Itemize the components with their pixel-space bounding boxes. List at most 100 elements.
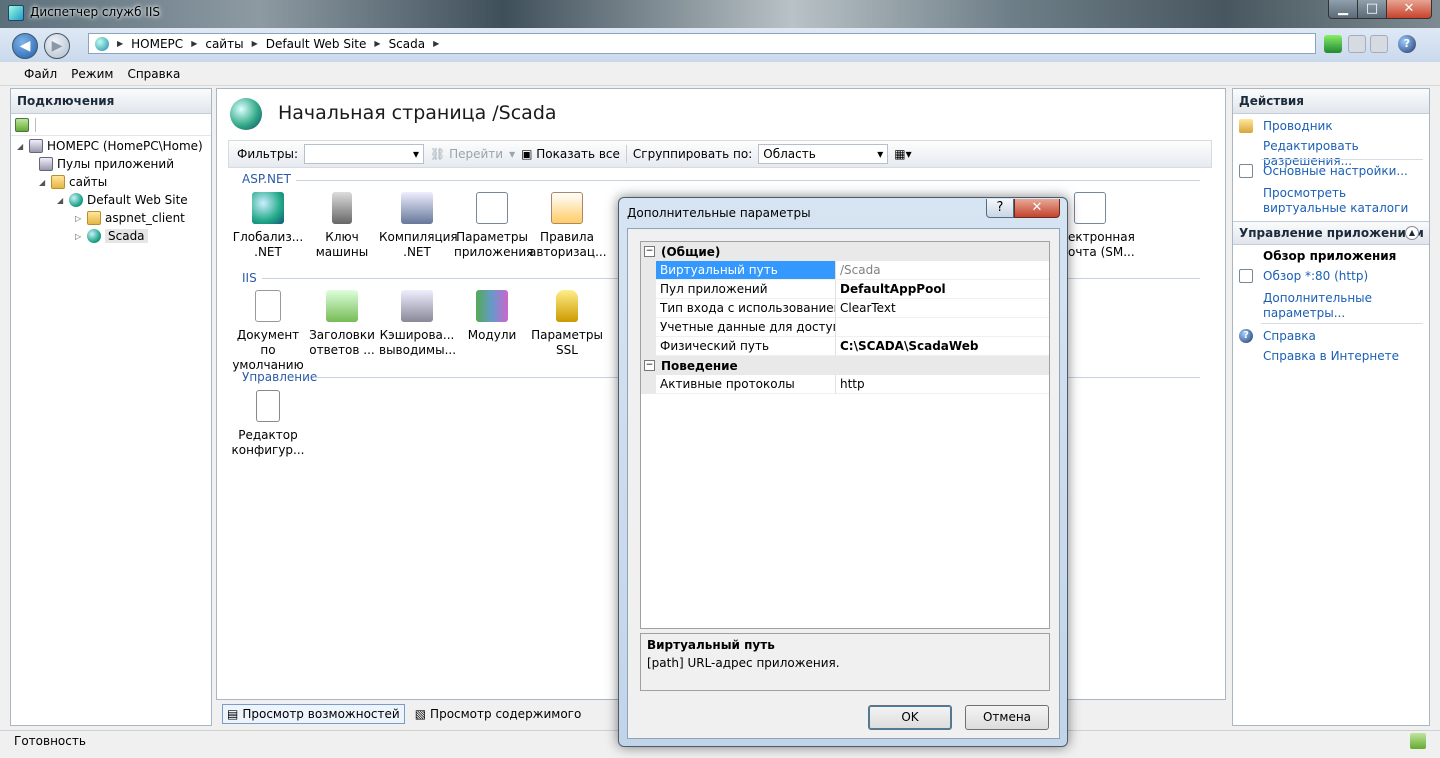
property-value[interactable]: C:\SCADA\ScadaWeb xyxy=(836,337,1049,356)
property-row-virtual-path[interactable]: Виртуальный путь/Scada xyxy=(641,261,1049,280)
chevron-right-icon[interactable]: ▶ xyxy=(433,39,439,48)
feature-response-headers[interactable]: Заголовки ответов ... xyxy=(304,290,380,358)
home-icon[interactable] xyxy=(1370,35,1388,53)
tab-content-view[interactable]: ▧ Просмотр содержимого xyxy=(411,705,586,723)
connect-icon[interactable] xyxy=(15,117,29,132)
property-value[interactable]: ClearText xyxy=(836,299,1049,318)
action-browse-port-80[interactable]: Обзор *:80 (http) xyxy=(1263,269,1368,284)
feature-net-globalization[interactable]: Глобализ... .NET xyxy=(230,192,306,260)
collapse-icon[interactable]: ◢ xyxy=(39,178,47,187)
property-name: Тип входа с использованием уч xyxy=(656,299,836,318)
tree-node-scada[interactable]: ▷ Scada xyxy=(75,227,148,245)
feature-app-settings[interactable]: Параметры приложения xyxy=(454,192,533,260)
menu-help[interactable]: Справка xyxy=(120,63,187,85)
tree-node-aspnet-client[interactable]: ▷ aspnet_client xyxy=(75,209,185,227)
chevron-down-icon: ▾ xyxy=(877,147,884,161)
breadcrumb-item[interactable]: Scada xyxy=(389,37,426,51)
feature-configuration-editor[interactable]: Редактор конфигур... xyxy=(230,390,306,458)
tab-features-view[interactable]: ▤ Просмотр возможностей xyxy=(222,704,405,724)
action-explore[interactable]: Проводник xyxy=(1263,119,1333,134)
menu-view[interactable]: Режим xyxy=(64,63,120,85)
dialog-close-button[interactable]: ✕ xyxy=(1014,199,1060,218)
filter-input[interactable]: ▾ xyxy=(304,144,424,164)
actions-header: Действия xyxy=(1233,89,1429,114)
collapse-icon[interactable]: ◢ xyxy=(17,142,25,151)
help-icon[interactable]: ? xyxy=(1398,35,1416,53)
property-value: /Scada xyxy=(836,261,1049,280)
feature-default-document[interactable]: Документ по умолчанию xyxy=(230,290,306,373)
collapse-section-icon[interactable]: ▲ xyxy=(1405,226,1419,240)
feature-authorization-rules[interactable]: Правила авторизац... xyxy=(529,192,607,260)
show-all-button[interactable]: ▣ Показать все xyxy=(521,147,620,161)
breadcrumb-item[interactable]: HOMEPC xyxy=(131,37,183,51)
breadcrumb-item[interactable]: сайты xyxy=(205,37,243,51)
dialog-title: Дополнительные параметры xyxy=(627,206,811,220)
tree-node-label: HOMEPC (HomePC\Home) xyxy=(47,139,203,153)
feature-smtp-email[interactable]: ектронная очта (SM... xyxy=(1068,192,1138,260)
collapse-icon[interactable]: − xyxy=(644,246,655,257)
dialog-help-button[interactable]: ? xyxy=(986,199,1014,218)
breadcrumb[interactable]: ▶ HOMEPC ▶ сайты ▶ Default Web Site ▶ Sc… xyxy=(88,33,1316,54)
collapse-icon[interactable]: ◢ xyxy=(57,196,65,205)
output-caching-icon xyxy=(401,290,433,322)
dialog-body: − (Общие) Виртуальный путь/Scada Пул прил… xyxy=(627,228,1060,739)
maximize-button[interactable]: □ xyxy=(1357,0,1387,19)
property-value[interactable]: DefaultAppPool xyxy=(836,280,1049,299)
chevron-down-icon[interactable]: ▾ xyxy=(509,147,515,161)
close-window-button[interactable]: ✕ xyxy=(1386,0,1432,19)
sites-folder-icon xyxy=(51,175,65,189)
tree-node-default-web-site[interactable]: ◢ Default Web Site xyxy=(57,191,188,209)
feature-label: Ключ машины xyxy=(315,230,369,259)
action-help[interactable]: Справка xyxy=(1263,329,1316,344)
property-row-app-pool[interactable]: Пул приложений DefaultAppPool xyxy=(641,280,1049,299)
property-value[interactable] xyxy=(836,318,1049,337)
back-button[interactable]: ◀ xyxy=(12,33,38,59)
chevron-right-icon[interactable]: ▶ xyxy=(374,39,380,48)
minimize-button[interactable]: ▁ xyxy=(1328,0,1358,19)
category-general[interactable]: − (Общие) xyxy=(641,242,1049,261)
refresh-icon[interactable] xyxy=(1324,35,1342,53)
go-button[interactable]: ⛓ Перейти xyxy=(430,147,503,161)
tree-node-app-pools[interactable]: Пулы приложений xyxy=(39,155,174,173)
property-value[interactable]: http xyxy=(836,375,1049,394)
filter-label: Фильтры: xyxy=(237,147,298,161)
action-online-help[interactable]: Справка в Интернете xyxy=(1263,349,1399,364)
group-divider xyxy=(296,180,1200,181)
property-row-enabled-protocols[interactable]: Активные протоколы http xyxy=(641,375,1049,394)
forward-button[interactable]: ▶ xyxy=(44,33,70,59)
property-row-credentials[interactable]: Учетные данные для доступа к ф xyxy=(641,318,1049,337)
property-row-physical-path[interactable]: Физический путь C:\SCADA\ScadaWeb xyxy=(641,337,1049,356)
action-basic-settings[interactable]: Основные настройки... xyxy=(1263,164,1408,179)
stop-icon[interactable] xyxy=(1348,35,1366,53)
tree-node-server[interactable]: ◢ HOMEPC (HomePC\Home) xyxy=(17,137,203,155)
menu-file[interactable]: Файл xyxy=(17,63,64,85)
action-view-virtual-directories[interactable]: Просмотреть виртуальные каталоги xyxy=(1263,186,1423,216)
feature-ssl-settings[interactable]: Параметры SSL xyxy=(529,290,605,358)
tree-node-label: Scada xyxy=(105,229,148,243)
feature-machine-key[interactable]: Ключ машины xyxy=(304,192,380,260)
collapse-icon[interactable]: − xyxy=(644,360,655,371)
feature-net-compilation[interactable]: Компиляция .NET xyxy=(379,192,458,260)
action-advanced-settings[interactable]: Дополнительные параметры... xyxy=(1263,291,1413,321)
feature-modules[interactable]: Модули xyxy=(454,290,530,343)
description-text: [path] URL-адрес приложения. xyxy=(647,656,840,670)
chevron-right-icon[interactable]: ▶ xyxy=(191,39,197,48)
ok-button[interactable]: OK xyxy=(868,705,952,730)
expand-icon[interactable]: ▷ xyxy=(75,232,83,241)
category-behavior[interactable]: − Поведение xyxy=(641,356,1049,375)
content-view-icon: ▧ xyxy=(414,707,427,721)
chevron-right-icon[interactable]: ▶ xyxy=(117,39,123,48)
tree-node-sites[interactable]: ◢ сайты xyxy=(39,173,107,191)
connections-header: Подключения xyxy=(11,89,211,114)
property-row-logon-type[interactable]: Тип входа с использованием учClearText xyxy=(641,299,1049,318)
cancel-button[interactable]: Отмена xyxy=(965,705,1049,730)
view-mode-icon[interactable]: ▦▾ xyxy=(894,147,911,161)
group-by-select[interactable]: Область ▾ xyxy=(758,144,889,164)
breadcrumb-item[interactable]: Default Web Site xyxy=(266,37,367,51)
application-globe-icon xyxy=(230,98,262,130)
expand-icon[interactable]: ▷ xyxy=(75,214,83,223)
chevron-right-icon[interactable]: ▶ xyxy=(252,39,258,48)
group-title-aspnet: ASP.NET xyxy=(242,172,291,186)
section-manage-application[interactable]: Управление приложением ▲ xyxy=(1233,221,1429,245)
feature-output-caching[interactable]: Кэширова... выводимы... xyxy=(379,290,456,358)
